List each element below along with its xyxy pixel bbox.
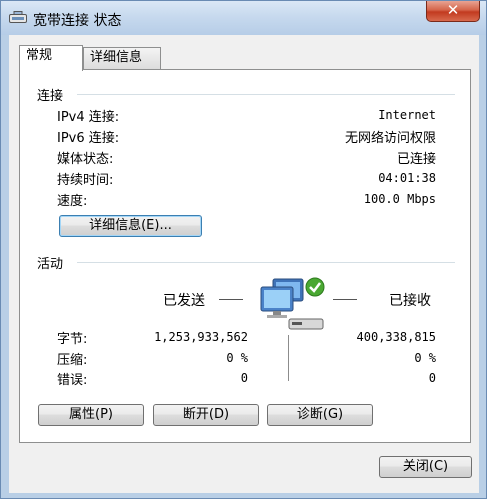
connection-heading: 连接 (37, 89, 64, 104)
bytes-sent-value: 1,253,933,562 (154, 330, 248, 344)
connection-divider (77, 94, 455, 95)
errors-sent-value: 0 (240, 371, 248, 385)
title-bar[interactable]: 宽带连接 状态 ✕ (1, 1, 486, 35)
ipv4-label: IPv4 连接: (57, 110, 120, 125)
media-state-label: 媒体状态: (57, 152, 114, 167)
compression-label: 压缩: (57, 353, 88, 368)
duration-label: 持续时间: (57, 173, 114, 188)
ipv4-value: Internet (378, 108, 436, 122)
speed-value: 100.0 Mbps (363, 192, 436, 206)
details-button[interactable]: 详细信息(E)... (59, 215, 202, 237)
sent-label: 已发送 (163, 293, 205, 309)
duration-value: 04:01:38 (378, 171, 436, 185)
diagnose-button[interactable]: 诊断(G) (267, 404, 373, 426)
errors-label: 错误: (57, 373, 88, 388)
speed-label: 速度: (57, 194, 88, 209)
window-title: 宽带连接 状态 (33, 13, 122, 29)
ipv6-value: 无网络访问权限 (344, 131, 436, 146)
properties-button[interactable]: 属性(P) (38, 404, 144, 426)
media-state-value: 已连接 (396, 152, 436, 167)
close-button[interactable]: 关闭(C) (379, 456, 472, 478)
dialog-window: 宽带连接 状态 ✕ 详细信息 常规 连接 IPv4 连接: Internet I… (0, 0, 487, 499)
close-window-button[interactable]: ✕ (426, 1, 480, 22)
activity-heading: 活动 (37, 257, 64, 272)
network-computers-icon (260, 277, 325, 330)
bytes-label: 字节: (57, 332, 88, 347)
tab-details[interactable]: 详细信息 (83, 47, 161, 69)
activity-divider (77, 262, 455, 263)
network-connection-icon (9, 11, 27, 23)
errors-received-value: 0 (428, 371, 436, 385)
ipv6-label: IPv6 连接: (57, 131, 120, 146)
received-label: 已接收 (389, 293, 431, 309)
activity-separator (288, 335, 289, 381)
received-dash (333, 299, 357, 300)
compression-sent-value: 0 % (226, 351, 248, 365)
bytes-received-value: 400,338,815 (356, 330, 436, 344)
disconnect-button[interactable]: 断开(D) (153, 404, 259, 426)
tab-general[interactable]: 常规 (19, 45, 83, 71)
sent-dash (219, 299, 243, 300)
compression-received-value: 0 % (414, 351, 436, 365)
